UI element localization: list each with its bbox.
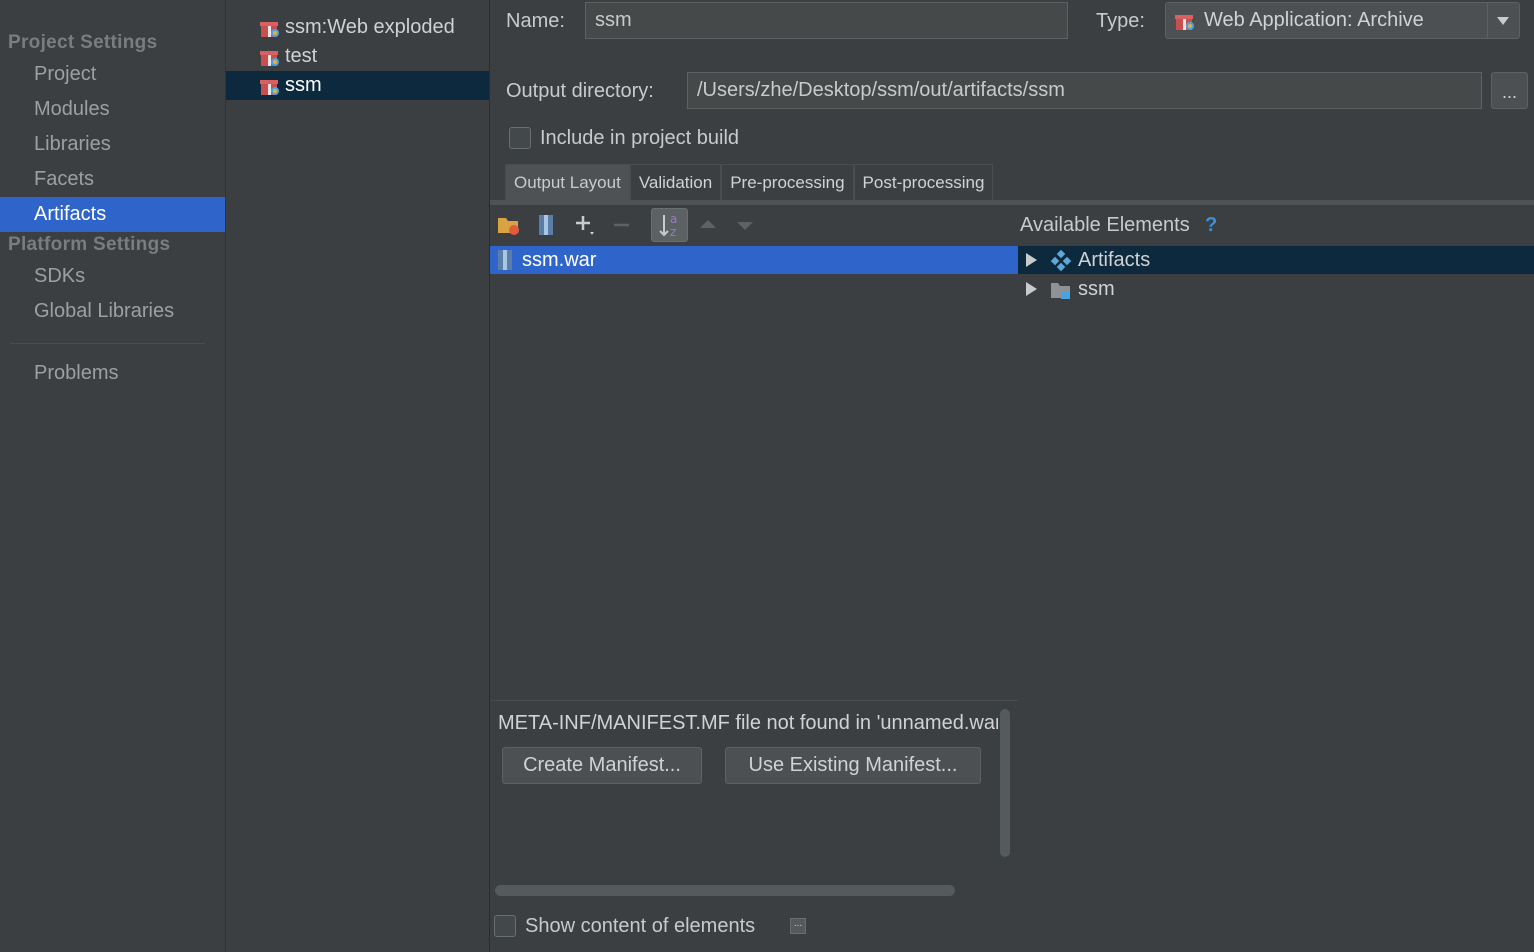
add-icon[interactable] — [573, 213, 597, 237]
artifact-gift-icon — [260, 51, 279, 66]
output-directory-label: Output directory: — [506, 80, 654, 102]
war-archive-icon — [498, 250, 512, 270]
available-item-label: Artifacts — [1078, 249, 1151, 271]
horizontal-scrollbar[interactable] — [495, 885, 955, 896]
show-content-label: Show content of elements — [525, 915, 756, 937]
tab-output-layout[interactable]: Output Layout — [505, 164, 630, 200]
include-in-build-checkbox[interactable] — [509, 127, 531, 149]
tab-validation[interactable]: Validation — [629, 164, 722, 200]
type-select[interactable]: Web Application: Archive — [1165, 2, 1520, 39]
vertical-scrollbar[interactable] — [1000, 709, 1010, 857]
svg-text:z: z — [670, 225, 676, 239]
sort-alpha-icon: a z — [659, 212, 677, 239]
artifact-label: test — [285, 45, 318, 67]
more-options-icon[interactable]: ... — [790, 918, 806, 934]
manifest-panel: META-INF/MANIFEST.MF file not found in '… — [490, 700, 1018, 902]
type-select-value: Web Application: Archive — [1204, 9, 1424, 31]
nav-item-facets[interactable]: Facets — [0, 162, 225, 197]
module-folder-icon — [1051, 283, 1070, 299]
nav-item-sdks[interactable]: SDKs — [0, 259, 225, 294]
expand-arrow-icon[interactable] — [1026, 253, 1037, 267]
expand-arrow-icon[interactable] — [1026, 282, 1037, 296]
project-structure-dialog: Project Settings Project Modules Librari… — [0, 0, 1534, 952]
tree-item-ssm-war[interactable]: ssm.war — [490, 246, 1018, 274]
tree-item-label: ssm.war — [522, 249, 597, 271]
browse-button[interactable]: ... — [1491, 72, 1528, 109]
move-up-icon[interactable] — [696, 213, 720, 237]
artifact-gift-icon — [1175, 15, 1194, 30]
project-settings-header: Project Settings — [8, 32, 158, 53]
tab-post-processing[interactable]: Post-processing — [853, 164, 994, 200]
name-field[interactable]: ssm — [585, 2, 1068, 39]
layout-toolbar: a z — [490, 205, 1018, 245]
artifact-item-ssm[interactable]: ssm — [226, 71, 489, 100]
output-layout-tree: ssm.war — [490, 245, 1018, 700]
include-in-build-label: Include in project build — [540, 127, 740, 149]
artifact-label: ssm:Web exploded — [285, 16, 455, 38]
artifact-gift-icon — [260, 22, 279, 37]
use-existing-manifest-button[interactable]: Use Existing Manifest... — [725, 747, 981, 784]
move-down-icon[interactable] — [733, 213, 757, 237]
available-item-artifacts[interactable]: Artifacts — [1018, 246, 1534, 274]
settings-nav: Project Settings Project Modules Librari… — [0, 0, 226, 952]
artifacts-diamond-icon — [1050, 250, 1072, 272]
remove-icon[interactable] — [610, 213, 634, 237]
artifact-settings-pane: Name: ssm Type: Web Application: Archive… — [490, 0, 1534, 952]
artifact-label: ssm — [285, 74, 322, 96]
platform-settings-header: Platform Settings — [8, 234, 171, 255]
back-forward-arrows-icon[interactable] — [4, 0, 64, 4]
nav-item-global-libraries[interactable]: Global Libraries — [0, 294, 225, 329]
show-content-checkbox[interactable] — [494, 915, 516, 937]
chevron-down-icon[interactable] — [1487, 3, 1519, 38]
available-item-ssm[interactable]: ssm — [1018, 275, 1534, 303]
artifact-list: ssm:Web exploded test ssm — [226, 0, 490, 952]
help-icon[interactable]: ? — [1205, 214, 1217, 237]
available-elements-title: Available Elements — [1020, 214, 1190, 236]
name-label: Name: — [506, 10, 565, 32]
artifact-gift-icon — [260, 80, 279, 95]
output-directory-field[interactable]: /Users/zhe/Desktop/ssm/out/artifacts/ssm — [687, 72, 1482, 109]
artifact-item-test[interactable]: test — [226, 42, 489, 71]
manifest-warning-text: META-INF/MANIFEST.MF file not found in '… — [498, 712, 998, 734]
tab-bar: Output Layout Validation Pre-processing … — [505, 164, 994, 200]
svg-text:a: a — [670, 212, 677, 226]
artifact-item-ssm-web-exploded[interactable]: ssm:Web exploded — [226, 13, 489, 42]
nav-item-project[interactable]: Project — [0, 57, 225, 92]
nav-item-modules[interactable]: Modules — [0, 92, 225, 127]
sort-alphabetically-button[interactable]: a z — [651, 208, 688, 242]
tab-pre-processing[interactable]: Pre-processing — [721, 164, 854, 200]
create-manifest-button[interactable]: Create Manifest... — [502, 747, 702, 784]
new-directory-icon[interactable] — [497, 213, 521, 237]
nav-divider — [10, 343, 205, 344]
type-label: Type: — [1096, 10, 1145, 32]
nav-item-problems[interactable]: Problems — [0, 356, 225, 391]
available-item-label: ssm — [1078, 278, 1115, 300]
nav-item-libraries[interactable]: Libraries — [0, 127, 225, 162]
nav-item-artifacts[interactable]: Artifacts — [0, 197, 225, 232]
archive-icon[interactable] — [534, 213, 558, 237]
